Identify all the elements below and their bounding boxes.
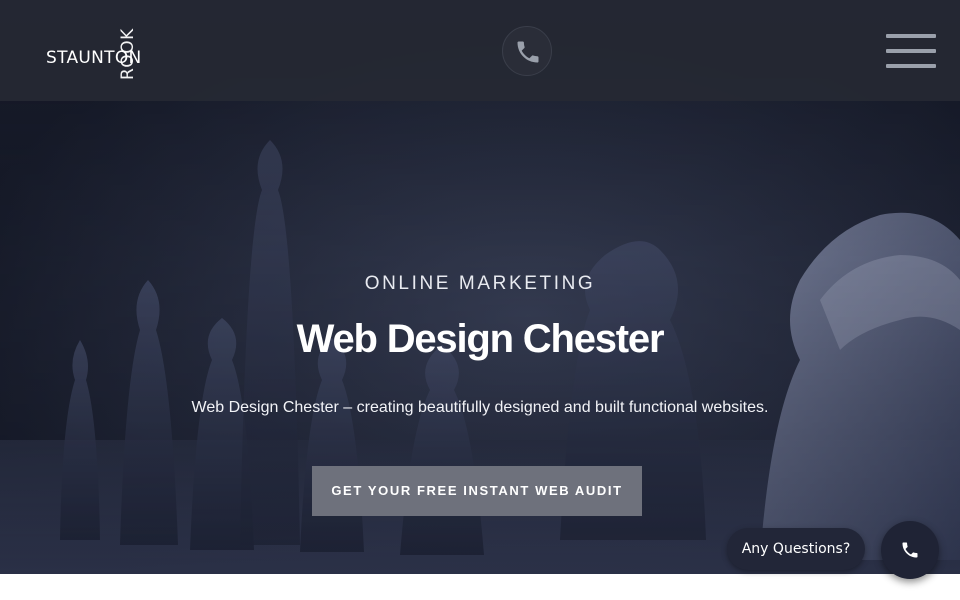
logo-vertical-text: ROOK <box>118 28 138 80</box>
free-web-audit-button[interactable]: GET YOUR FREE INSTANT WEB AUDIT <box>312 466 642 516</box>
menu-bar <box>886 34 936 38</box>
phone-icon <box>902 542 918 558</box>
header-phone-button[interactable] <box>502 26 552 76</box>
site-header: STAUNTON ROOK <box>0 0 960 101</box>
hero-headline: Web Design Chester <box>296 317 665 361</box>
call-button[interactable] <box>881 521 939 579</box>
page: ONLINE MARKETING Web Design Chester Web … <box>0 0 960 600</box>
any-questions-button[interactable]: Any Questions? <box>727 528 865 570</box>
menu-bar <box>886 64 936 68</box>
hamburger-menu-icon[interactable] <box>886 34 936 68</box>
hero-eyebrow: ONLINE MARKETING <box>364 273 596 294</box>
menu-bar <box>886 49 936 53</box>
hero-subtext: Web Design Chester – creating beautifull… <box>191 399 769 416</box>
site-logo[interactable]: STAUNTON ROOK <box>46 22 156 82</box>
phone-icon <box>517 41 539 63</box>
